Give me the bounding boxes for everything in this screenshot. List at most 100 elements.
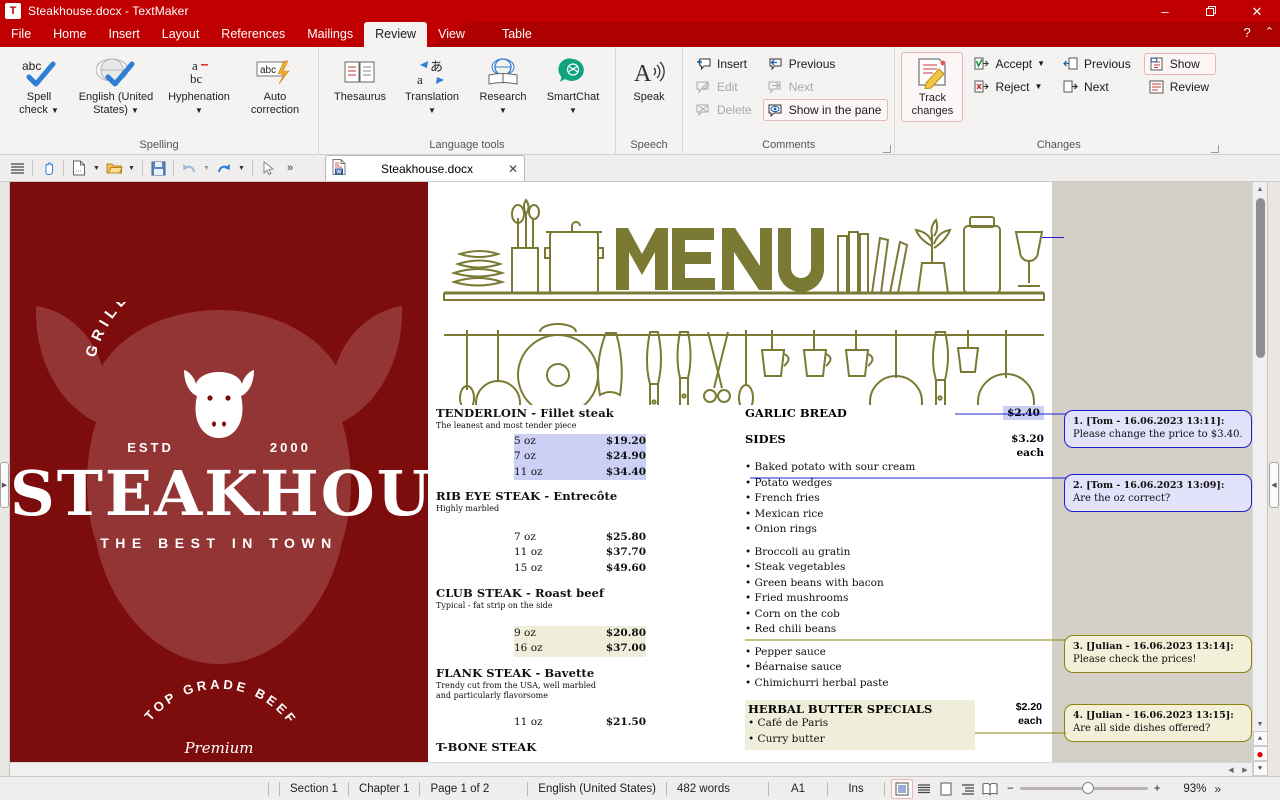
document-area[interactable]: GRILL RESTAURANT [10, 182, 1280, 776]
menu-item-t-bone-steak[interactable]: T-BONE STEAK [436, 740, 735, 754]
menu-icon[interactable] [6, 158, 28, 179]
page-view-icon[interactable] [935, 779, 957, 799]
price-table[interactable]: 5 oz $19.20 7 oz $24.90 11 oz [514, 434, 646, 481]
new-document-icon[interactable] [68, 158, 90, 179]
thesaurus-button[interactable]: Thesaurus [325, 51, 395, 108]
comment-1[interactable]: 1. [Tom - 16.06.2023 13:11]: Please chan… [1064, 410, 1252, 448]
comment-3[interactable]: 3. [Julian - 16.06.2023 13:14]: Please c… [1064, 635, 1252, 673]
save-icon[interactable] [147, 158, 169, 179]
insert-comment-button[interactable]: Insert [691, 53, 759, 75]
comments-dialog-launcher[interactable] [883, 145, 891, 153]
tab-home[interactable]: Home [42, 22, 97, 47]
herbal-butter-section[interactable]: HERBAL BUTTER SPECIALS • Café de Paris •… [745, 700, 1044, 750]
status-insert-mode[interactable]: Ins [828, 777, 884, 800]
new-dropdown-icon[interactable]: ▼ [90, 158, 103, 179]
zoom-track[interactable] [1020, 787, 1148, 790]
track-changes-button[interactable]: Trackchanges [901, 52, 963, 122]
document-page[interactable]: GRILL RESTAURANT [10, 182, 1052, 763]
redo-dropdown-icon[interactable]: ▼ [235, 158, 248, 179]
outline-view-icon[interactable] [957, 779, 979, 799]
redo-icon[interactable] [213, 158, 235, 179]
next-comment-button[interactable]: Next [763, 76, 889, 98]
document-tab[interactable]: W Steakhouse.docx ✕ [325, 155, 525, 181]
help-icon[interactable]: ? [1244, 25, 1251, 40]
status-overflow-icon[interactable]: » [1214, 782, 1221, 796]
tab-table[interactable]: Table [476, 22, 558, 47]
left-pane-handle[interactable]: ▶ [0, 462, 9, 508]
auto-correction-button[interactable]: abc Autocorrection [238, 51, 312, 121]
previous-change-button[interactable]: Previous [1058, 53, 1138, 75]
scroll-left-arrow-icon[interactable]: ◀ [1224, 763, 1238, 777]
translation-button[interactable]: あ a Translation▼ [395, 51, 469, 121]
tab-mailings[interactable]: Mailings [296, 22, 364, 47]
status-cell-reference[interactable]: A1 [769, 777, 827, 800]
right-pane-handle[interactable]: ◀ [1269, 462, 1279, 508]
next-change-button[interactable]: Next [1058, 76, 1138, 98]
tab-file[interactable]: File [0, 22, 42, 47]
research-button[interactable]: Research▼ [469, 51, 537, 121]
status-chapter[interactable]: Chapter 1 [349, 777, 420, 800]
menu-item-tenderloin[interactable]: TENDERLOIN - Fillet steak The leanest an… [436, 406, 735, 480]
garlic-bread-row[interactable]: GARLIC BREAD $2.40 [745, 406, 1044, 420]
layout-view-icon[interactable] [913, 779, 935, 799]
collapse-ribbon-icon[interactable]: ⌃ [1265, 25, 1274, 40]
spell-check-button[interactable]: abc Spellcheck ▼ [6, 51, 72, 121]
zoom-slider[interactable]: − + [1001, 783, 1166, 795]
menu-item-flank-steak[interactable]: FLANK STEAK - Bavette Trendy cut from th… [436, 666, 735, 731]
hand-icon[interactable] [37, 158, 59, 179]
undo-icon[interactable] [178, 158, 200, 179]
tab-references[interactable]: References [210, 22, 296, 47]
hyphenation-button[interactable]: a bc Hyphenation▼ [160, 51, 238, 121]
show-changes-button[interactable]: Show [1144, 53, 1216, 75]
close-button[interactable]: ✕ [1234, 0, 1280, 22]
open-folder-icon[interactable] [103, 158, 125, 179]
vertical-scrollbar[interactable]: ▲ ▼ ⯅ ● ⯆ [1252, 182, 1267, 776]
scroll-up-arrow-icon[interactable]: ▲ [1253, 182, 1268, 196]
smartchat-button[interactable]: SmartChat▼ [537, 51, 609, 121]
tab-insert[interactable]: Insert [98, 22, 151, 47]
browse-object-button[interactable]: ● [1253, 746, 1268, 761]
vertical-scroll-thumb[interactable] [1256, 198, 1265, 358]
reject-change-button[interactable]: Reject ▼ [969, 76, 1052, 98]
undo-dropdown-icon[interactable]: ▼ [200, 158, 213, 179]
show-in-pane-button[interactable]: Show in the pane [763, 99, 889, 121]
open-dropdown-icon[interactable]: ▼ [125, 158, 138, 179]
price-table[interactable]: 11 oz $21.50 [514, 715, 646, 731]
restore-button[interactable] [1188, 0, 1234, 22]
comment-2[interactable]: 2. [Tom - 16.06.2023 13:09]: Are the oz … [1064, 474, 1252, 512]
comment-4[interactable]: 4. [Julian - 16.06.2023 13:15]: Are all … [1064, 704, 1252, 742]
zoom-out-button[interactable]: − [1007, 783, 1014, 795]
horizontal-scrollbar[interactable]: ◀ ▶ [10, 762, 1252, 776]
review-button[interactable]: Review [1144, 76, 1216, 98]
previous-comment-button[interactable]: Previous [763, 53, 889, 75]
language-button[interactable]: English (UnitedStates) ▼ [72, 51, 160, 121]
delete-comment-button[interactable]: Delete [691, 99, 759, 121]
speak-button[interactable]: A Speak [622, 51, 676, 108]
price-table[interactable]: 9 oz $20.80 16 oz $37.00 [514, 626, 646, 657]
scroll-down-arrow-icon[interactable]: ▼ [1253, 717, 1268, 731]
tab-layout[interactable]: Layout [151, 22, 211, 47]
scroll-right-arrow-icon[interactable]: ▶ [1238, 763, 1252, 777]
tab-view[interactable]: View [427, 22, 476, 47]
menu-item-rib-eye-steak[interactable]: RIB EYE STEAK - Entrecôte Highly marbled… [436, 489, 735, 576]
zoom-value[interactable]: 93% [1166, 783, 1206, 795]
status-language[interactable]: English (United States) [528, 777, 666, 800]
book-view-icon[interactable] [979, 779, 1001, 799]
zoom-knob[interactable] [1082, 782, 1094, 794]
minimize-button[interactable]: – [1142, 0, 1188, 22]
zoom-in-button[interactable]: + [1154, 783, 1161, 795]
changes-dialog-launcher[interactable] [1211, 145, 1219, 153]
select-object-icon[interactable] [257, 158, 279, 179]
edit-comment-button[interactable]: Edit [691, 76, 759, 98]
menu-item-club-steak[interactable]: CLUB STEAK - Roast beef Typical - fat st… [436, 586, 735, 657]
status-section[interactable]: Section 1 [280, 777, 348, 800]
document-tab-close-icon[interactable]: ✕ [508, 162, 518, 176]
normal-view-icon[interactable] [891, 779, 913, 799]
tab-review[interactable]: Review [364, 22, 427, 47]
status-page[interactable]: Page 1 of 2 [420, 777, 499, 800]
price-table[interactable]: 7 oz $25.80 11 oz $37.70 15 oz [514, 530, 646, 577]
accept-change-button[interactable]: Accept ▼ [969, 53, 1052, 75]
accept-caret-icon[interactable]: ▼ [1037, 60, 1045, 68]
previous-page-button[interactable]: ⯅ [1253, 731, 1268, 746]
reject-caret-icon[interactable]: ▼ [1034, 83, 1042, 91]
